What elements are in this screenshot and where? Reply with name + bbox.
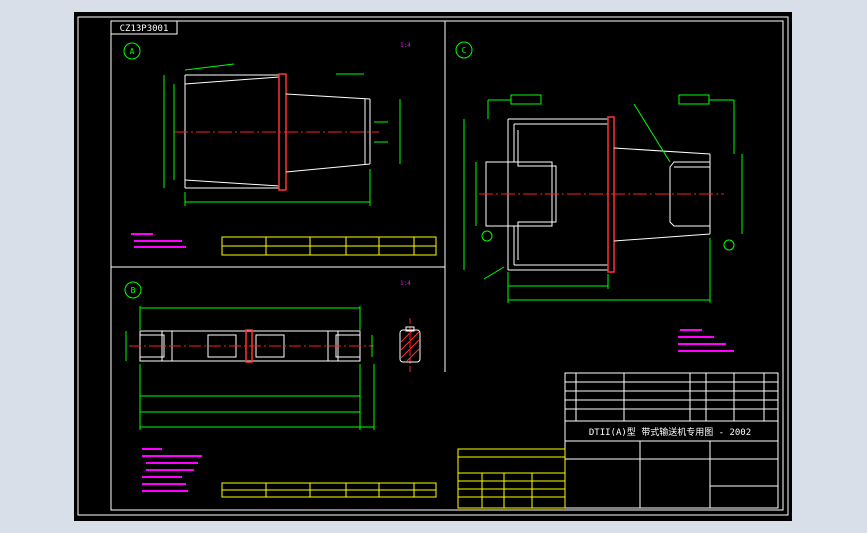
b-section [399,318,421,374]
drawing-canvas: CZ13P3001 A 1:4 B 1:4 C DTII(A)型 带式输送机专用… [77,16,789,516]
view-c-label: C [462,46,467,55]
a-notes [131,233,186,248]
material-table [457,448,566,509]
view-c: C [455,41,743,352]
title-block: DTII(A)型 带式输送机专用图 - 2002 [457,372,779,509]
a-taper-top-inner [184,76,280,85]
drawing-sheet: CZ13P3001 A 1:4 B 1:4 C DTII(A)型 带式输送机专用… [74,12,792,521]
b-table [221,482,437,498]
a-taper-bottom-inner [184,179,280,187]
view-b: B 1:4 [124,280,437,498]
c-notes [678,329,734,352]
view-a-scale: 1:4 [400,42,411,49]
a-leader-top [184,63,235,71]
cad-viewport[interactable]: CZ13P3001 A 1:4 B 1:4 C DTII(A)型 带式输送机专用… [0,0,867,533]
view-a-label: A [130,47,135,56]
a-table [221,236,437,256]
a-cone-top [285,93,371,100]
b-notes [142,448,202,492]
view-a: A 1:4 [123,42,437,256]
view-b-label: B [131,286,136,295]
c-datum-box-left [510,94,542,105]
c-datum-box-right [678,94,710,105]
a-cone-bottom [285,163,371,173]
doc-code: CZ13P3001 [120,24,169,34]
title-block-main: DTII(A)型 带式输送机专用图 - 2002 [589,426,751,438]
view-b-scale: 1:4 [400,280,411,287]
